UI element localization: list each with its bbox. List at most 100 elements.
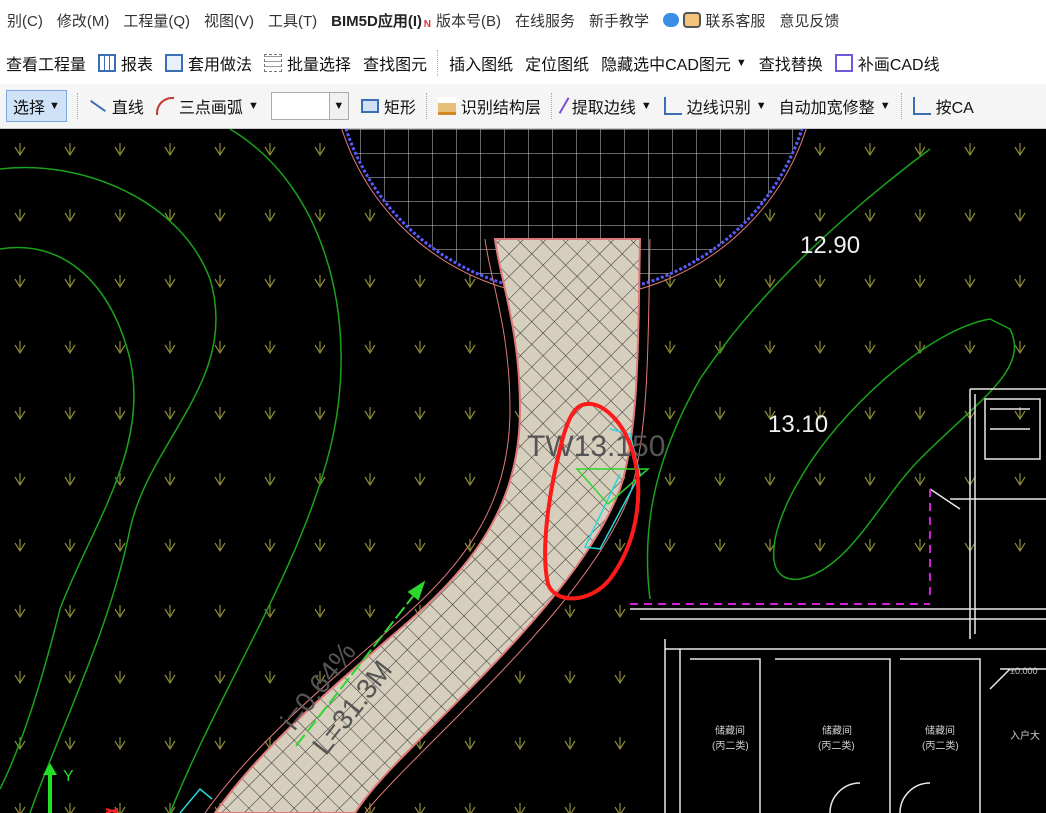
tree-symbol [114,209,126,223]
menu-item-online[interactable]: 在线服务 [508,0,582,42]
tree-symbol [364,473,376,487]
layer-icon [437,97,456,115]
tree-symbol [64,407,76,421]
draw-cad-line-button[interactable]: 补画CAD线 [829,42,946,84]
insert-drawing-button[interactable]: 插入图纸 [443,42,519,84]
tree-symbol [464,737,476,751]
cad-line-icon [834,54,853,72]
tree-symbol [214,209,226,223]
tree-symbol [114,143,126,157]
tree-symbol [664,407,676,421]
hide-cad-button[interactable]: 隐藏选中CAD图元 ▼ [595,42,753,84]
tree-symbol [914,539,926,553]
menu-item-contact[interactable]: 联系客服 [656,0,772,42]
tree-symbol [864,539,876,553]
tree-symbol [714,275,726,289]
menu-item-feedback[interactable]: 意见反馈 [772,0,846,42]
new-badge: N [423,19,431,30]
tree-symbol [314,209,326,223]
menu-item-c[interactable]: 别(C) [0,0,50,42]
menu-item-view[interactable]: 视图(V) [197,0,261,42]
tree-symbol [164,473,176,487]
report-button[interactable]: 报表 [92,42,159,84]
by-cad-button[interactable]: 按CA [907,84,980,128]
select-button[interactable]: 选择 ▼ [0,84,73,128]
batch-select-button[interactable]: 批量选择 [258,42,357,84]
tree-symbol [864,143,876,157]
tree-symbol [214,341,226,355]
menu-bar: 别(C) 修改(M) 工程量(Q) 视图(V) 工具(T) BIM5D应用(I)… [0,0,1046,42]
tree-symbol [14,803,26,813]
apply-method-button[interactable]: 套用做法 [159,42,258,84]
menu-item-tools[interactable]: 工具(T) [261,0,324,42]
tree-symbol [14,605,26,619]
tree-symbol [164,539,176,553]
tree-symbol [264,407,276,421]
tree-symbol [814,143,826,157]
style-combo[interactable]: ▼ [265,84,355,128]
tree-symbol [64,209,76,223]
tree-symbol [114,539,126,553]
identify-layer-label: 识别结构层 [460,100,541,117]
tree-symbol [164,671,176,685]
extract-edge-button[interactable]: 提取边线 ▼ [557,84,658,128]
tree-symbol [864,407,876,421]
tree-symbol [64,737,76,751]
tree-symbol [614,737,626,751]
locate-drawing-button[interactable]: 定位图纸 [519,42,595,84]
tree-symbol [1014,275,1026,289]
report-label: 报表 [121,57,154,74]
menu-item-bim5d[interactable]: BIM5D应用(I) N [324,0,431,42]
menu-item-tutorial[interactable]: 新手教学 [582,0,656,42]
apply-method-label: 套用做法 [188,57,253,74]
rect-button[interactable]: 矩形 [355,84,422,128]
tree-symbol [864,341,876,355]
arc-icon [155,97,174,115]
edge-identify-button[interactable]: 边线识别 ▼ [658,84,773,128]
toolbar-divider [550,93,553,119]
tree-symbol [164,407,176,421]
tree-symbol [464,803,476,813]
menu-item-modify[interactable]: 修改(M) [50,0,117,42]
view-quantity-button[interactable]: 查看工程量 [0,42,92,84]
tree-symbol [214,407,226,421]
report-icon [98,54,117,72]
tree-symbol [814,209,826,223]
toolbar-divider [76,93,79,119]
magenta-boundary [630,489,931,605]
arc-button[interactable]: 三点画弧 ▼ [150,84,265,128]
toolbar-draw: 选择 ▼ 直线 三点画弧 ▼ ▼ 矩形 识别结构层 提取边线 ▼ 边线识别 ▼ 自动加宽… [0,84,1046,129]
chat-icon [663,13,680,28]
tree-symbol [164,341,176,355]
tree-symbol [914,407,926,421]
tree-symbol [214,539,226,553]
find-element-button[interactable]: 查找图元 [357,42,433,84]
tree-symbol [1014,143,1026,157]
tree-symbol [414,341,426,355]
tree-symbol [164,143,176,157]
identify-layer-button[interactable]: 识别结构层 [432,84,547,128]
tree-symbol [364,341,376,355]
find-replace-button[interactable]: 查找替换 [753,42,829,84]
tree-symbol [614,803,626,813]
find-replace-label: 查找替换 [758,57,823,74]
menu-item-version[interactable]: 版本号(B) [429,0,508,42]
menu-item-quantity[interactable]: 工程量(Q) [116,0,197,42]
tree-symbol [464,341,476,355]
view-quantity-label: 查看工程量 [6,57,87,74]
chevron-down-icon: ▼ [247,100,259,112]
tree-symbol [464,473,476,487]
tree-symbol [514,671,526,685]
line-button[interactable]: 直线 [83,84,150,128]
tree-symbol [664,341,676,355]
drawing-canvas[interactable]: 储藏间 (丙二类) 储藏间 (丙二类) 储藏间 (丙二类) 入户大 ±0.000… [0,129,1046,813]
batch-select-label: 批量选择 [287,57,352,74]
tree-symbol [964,143,976,157]
tree-symbol [64,539,76,553]
arc-label: 三点画弧 [178,100,243,117]
robot-icon [683,12,702,29]
room-label: 储藏间 [715,724,745,737]
hide-cad-label: 隐藏选中CAD图元 [601,57,731,74]
entrance-label: 入户大 [1010,729,1040,742]
auto-widen-button[interactable]: 自动加宽修整 ▼ [773,84,897,128]
